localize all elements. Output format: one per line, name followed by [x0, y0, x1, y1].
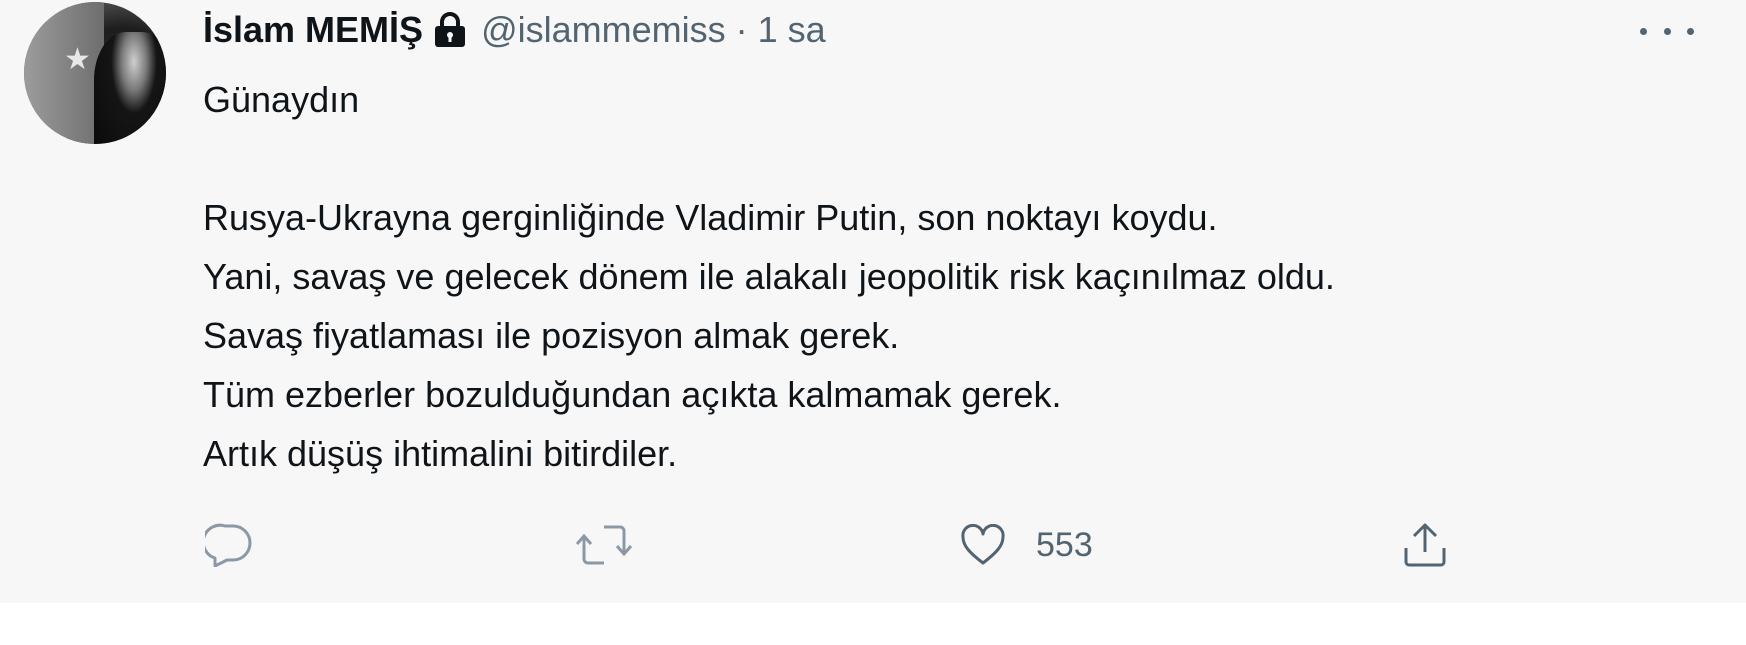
tweet-text-line: Artık düşüş ihtimalini bitirdiler.: [203, 433, 678, 474]
author-name[interactable]: İslam MEMİŞ: [203, 9, 423, 51]
like-count: 553: [1036, 525, 1093, 564]
tweet-text-line: Yani, savaş ve gelecek dönem ile alakalı…: [203, 256, 1335, 297]
retweet-icon: [576, 525, 632, 565]
like-button[interactable]: 553: [960, 515, 1093, 575]
tweet-text-line: Savaş fiyatlaması ile pozisyon almak ger…: [203, 315, 900, 356]
tweet-text: Günaydın Rusya-Ukrayna gerginliğinde Vla…: [203, 70, 1335, 483]
tweet-header: İslam MEMİŞ @islammemiss · 1 sa: [203, 6, 826, 54]
tweet-text-line: Tüm ezberler bozulduğundan açıkta kalmam…: [203, 374, 1062, 415]
reply-button[interactable]: [205, 515, 253, 575]
tweet-actions: 553: [0, 515, 1746, 575]
heart-icon: [961, 524, 1005, 565]
author-handle[interactable]: @islammemiss: [481, 9, 726, 51]
more-options-icon[interactable]: [1640, 16, 1694, 46]
lock-icon: [433, 11, 467, 53]
retweet-button[interactable]: [576, 515, 632, 575]
reply-icon: [205, 523, 252, 567]
tweet-text-line: Günaydın: [203, 79, 360, 120]
separator-dot: ·: [735, 9, 748, 50]
tweet-text-line: Rusya-Ukrayna gerginliğinde Vladimir Put…: [203, 197, 1218, 238]
avatar-star: ★: [64, 42, 91, 77]
tweet-text-blank-line: [203, 129, 1335, 188]
share-icon: [1404, 523, 1446, 567]
avatar-figure: [94, 32, 166, 144]
avatar[interactable]: ★: [24, 2, 166, 144]
tweet-card[interactable]: ★ İslam MEMİŞ @islammemiss · 1 sa Günayd…: [0, 0, 1746, 603]
tweet-timestamp[interactable]: 1 sa: [758, 9, 826, 51]
share-button[interactable]: [1402, 515, 1448, 575]
